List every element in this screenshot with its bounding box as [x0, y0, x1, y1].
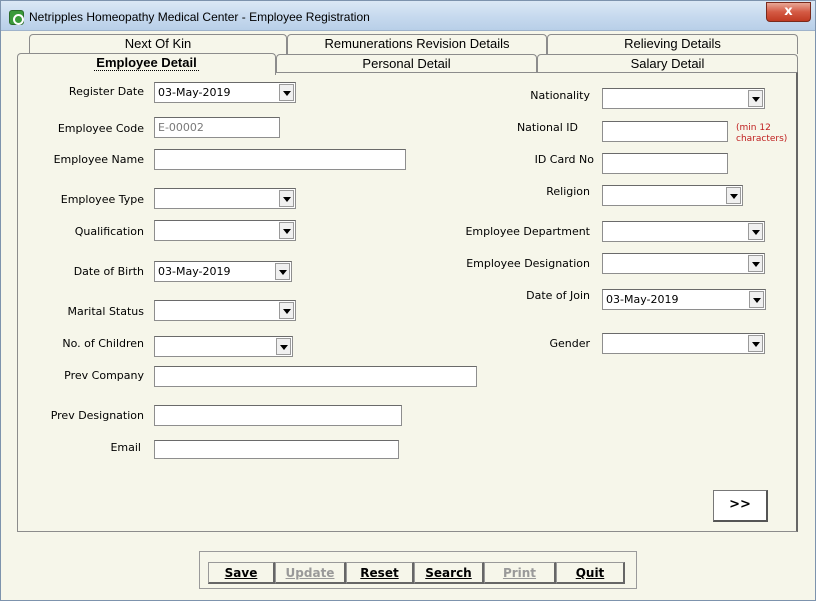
title-bar: Netripples Homeopathy Medical Center - E… — [1, 1, 815, 31]
religion-select[interactable] — [602, 185, 743, 206]
prev-company-input[interactable] — [154, 366, 477, 387]
action-bar: Save Update Reset Search Print Quit — [199, 551, 637, 589]
window-title: Netripples Homeopathy Medical Center - E… — [29, 10, 370, 24]
employee-type-select[interactable] — [154, 188, 296, 209]
employee-designation-label: Employee Designation — [466, 257, 590, 270]
religion-label: Religion — [546, 185, 590, 198]
employee-department-label: Employee Department — [465, 225, 590, 238]
gender-select[interactable] — [602, 333, 765, 354]
no-of-children-label: No. of Children — [62, 337, 144, 350]
tab-employee-detail-label: Employee Detail — [94, 55, 199, 71]
email-label: Email — [110, 441, 141, 454]
employee-type-label: Employee Type — [60, 193, 144, 206]
employee-department-select[interactable] — [602, 221, 765, 242]
national-id-hint-line1: (min 12 — [736, 123, 771, 133]
search-button[interactable]: Search — [414, 562, 484, 584]
no-of-children-select[interactable] — [154, 336, 293, 357]
print-button[interactable]: Print — [484, 562, 556, 584]
date-of-join-picker[interactable]: 03-May-2019 — [602, 289, 766, 310]
tab-remunerations-revision-details[interactable]: Remunerations Revision Details — [287, 34, 547, 54]
marital-status-label: Marital Status — [67, 305, 144, 318]
qualification-select[interactable] — [154, 220, 296, 241]
register-date-value: 03-May-2019 — [158, 86, 231, 99]
tab-employee-detail[interactable]: Employee Detail — [17, 53, 276, 75]
chevron-down-icon[interactable] — [748, 223, 763, 240]
register-date-label: Register Date — [68, 85, 144, 98]
quit-button[interactable]: Quit — [556, 562, 625, 584]
tab-personal-detail[interactable]: Personal Detail — [276, 54, 537, 74]
chevron-down-icon[interactable] — [748, 90, 763, 107]
date-of-birth-value: 03-May-2019 — [158, 265, 231, 278]
date-of-birth-picker[interactable]: 03-May-2019 — [154, 261, 292, 282]
chevron-down-icon[interactable] — [279, 84, 294, 101]
tab-salary-detail[interactable]: Salary Detail — [537, 54, 798, 74]
marital-status-select[interactable] — [154, 300, 296, 321]
chevron-down-icon[interactable] — [726, 187, 741, 204]
id-card-no-label: ID Card No — [534, 153, 594, 166]
reset-button[interactable]: Reset — [346, 562, 414, 584]
national-id-label: National ID — [516, 121, 578, 134]
email-input[interactable] — [154, 440, 399, 459]
chevron-down-icon[interactable] — [279, 222, 294, 239]
nationality-select[interactable] — [602, 88, 765, 109]
chevron-down-icon[interactable] — [276, 338, 291, 355]
tab-relieving-details[interactable]: Relieving Details — [547, 34, 798, 54]
gender-label: Gender — [549, 337, 590, 350]
date-of-join-label: Date of Join — [526, 289, 590, 302]
update-button[interactable]: Update — [275, 562, 346, 584]
date-of-join-value: 03-May-2019 — [606, 293, 679, 306]
register-date-picker[interactable]: 03-May-2019 — [154, 82, 296, 103]
employee-name-label: Employee Name — [53, 153, 144, 166]
national-id-hint-line2: characters) — [736, 134, 788, 144]
app-icon — [9, 10, 24, 25]
employee-name-input[interactable] — [154, 149, 406, 170]
close-button[interactable]: x — [766, 2, 811, 22]
save-button[interactable]: Save — [208, 562, 275, 584]
employee-code-label: Employee Code — [57, 122, 144, 135]
chevron-down-icon[interactable] — [279, 302, 294, 319]
nationality-label: Nationality — [530, 89, 590, 102]
qualification-label: Qualification — [74, 225, 144, 238]
employee-designation-select[interactable] — [602, 253, 765, 274]
next-button[interactable]: >> — [713, 490, 768, 522]
chevron-down-icon[interactable] — [279, 190, 294, 207]
tab-next-of-kin[interactable]: Next Of Kin — [29, 34, 287, 54]
chevron-down-icon[interactable] — [748, 335, 763, 352]
employee-code-field: E-00002 — [154, 117, 280, 138]
prev-designation-label: Prev Designation — [50, 409, 144, 422]
chevron-down-icon[interactable] — [748, 255, 763, 272]
id-card-no-input[interactable] — [602, 153, 728, 174]
prev-company-label: Prev Company — [64, 369, 144, 382]
employee-registration-window: Netripples Homeopathy Medical Center - E… — [0, 0, 816, 601]
national-id-input[interactable] — [602, 121, 728, 142]
prev-designation-input[interactable] — [154, 405, 402, 426]
chevron-down-icon[interactable] — [275, 263, 290, 280]
chevron-down-icon[interactable] — [749, 291, 764, 308]
date-of-birth-label: Date of Birth — [73, 265, 144, 278]
